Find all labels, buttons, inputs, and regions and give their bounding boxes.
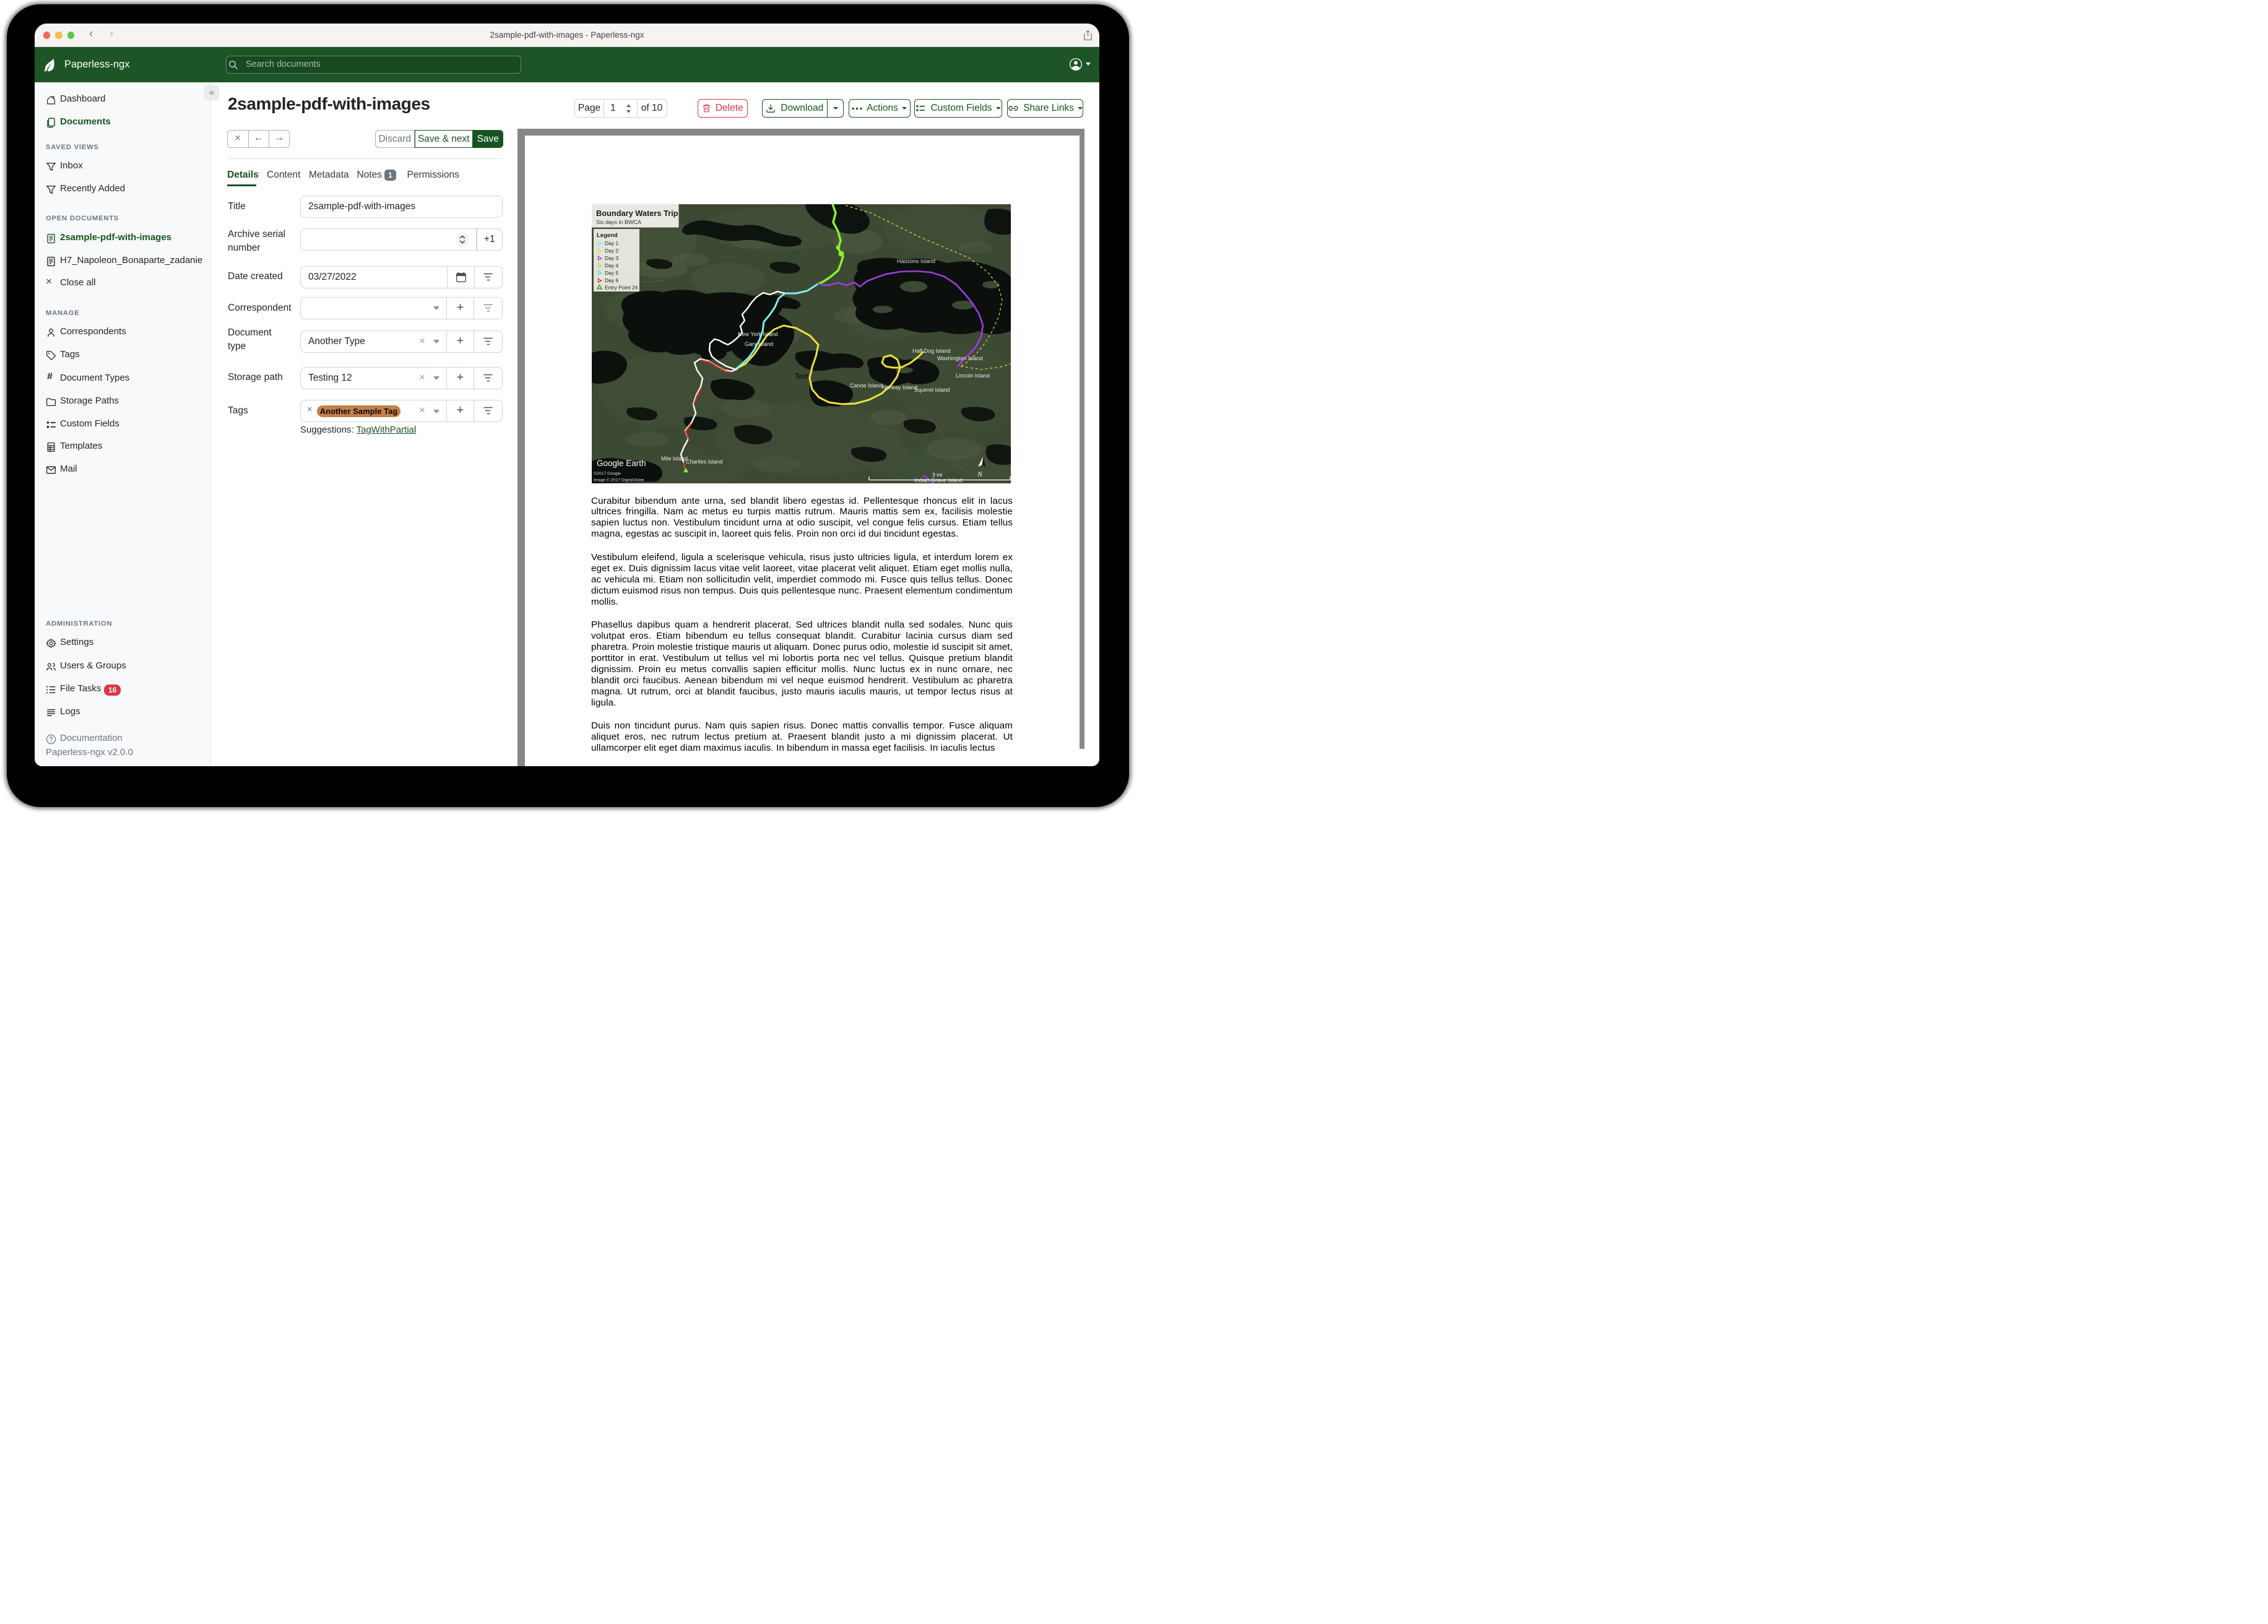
svg-text:Entry Point 24: Entry Point 24 (605, 285, 638, 291)
svg-text:Text: Text (795, 373, 808, 381)
svg-text:Gary Island: Gary Island (745, 341, 773, 347)
svg-text:Lincoln Island: Lincoln Island (956, 373, 990, 379)
svg-text:Mile Island: Mile Island (661, 456, 688, 462)
svg-text:Legend: Legend (597, 232, 618, 239)
svg-text:Image © 2017 DigitalGlobe: Image © 2017 DigitalGlobe (594, 478, 644, 483)
svg-text:Canoe Island: Canoe Island (850, 382, 883, 389)
svg-text:Washington Island: Washington Island (937, 355, 983, 361)
svg-text:Day 3: Day 3 (605, 255, 618, 261)
svg-text:Day 2: Day 2 (605, 248, 618, 254)
svg-text:Norway Island: Norway Island (882, 384, 917, 391)
svg-text:Boundary Waters Trip: Boundary Waters Trip (596, 209, 678, 218)
svg-text:New York Island: New York Island (738, 331, 778, 337)
svg-text:Day 4: Day 4 (605, 262, 618, 269)
svg-text:N: N (977, 470, 983, 478)
svg-text:3 mi: 3 mi (932, 472, 942, 478)
svg-text:©2017 Google: ©2017 Google (594, 471, 621, 476)
svg-text:Half Dog Island: Half Dog Island (912, 348, 951, 354)
svg-text:Squirrel Island: Squirrel Island (914, 387, 950, 393)
svg-text:Charlies Island: Charlies Island (686, 459, 723, 465)
svg-text:Google Earth: Google Earth (597, 459, 646, 468)
svg-text:Hausons Island: Hausons Island (897, 258, 935, 264)
svg-text:Day 5: Day 5 (605, 270, 618, 276)
svg-text:Six days in BWCA: Six days in BWCA (596, 219, 641, 225)
svg-text:Day 6: Day 6 (605, 277, 618, 283)
svg-text:Day 1: Day 1 (605, 240, 618, 246)
